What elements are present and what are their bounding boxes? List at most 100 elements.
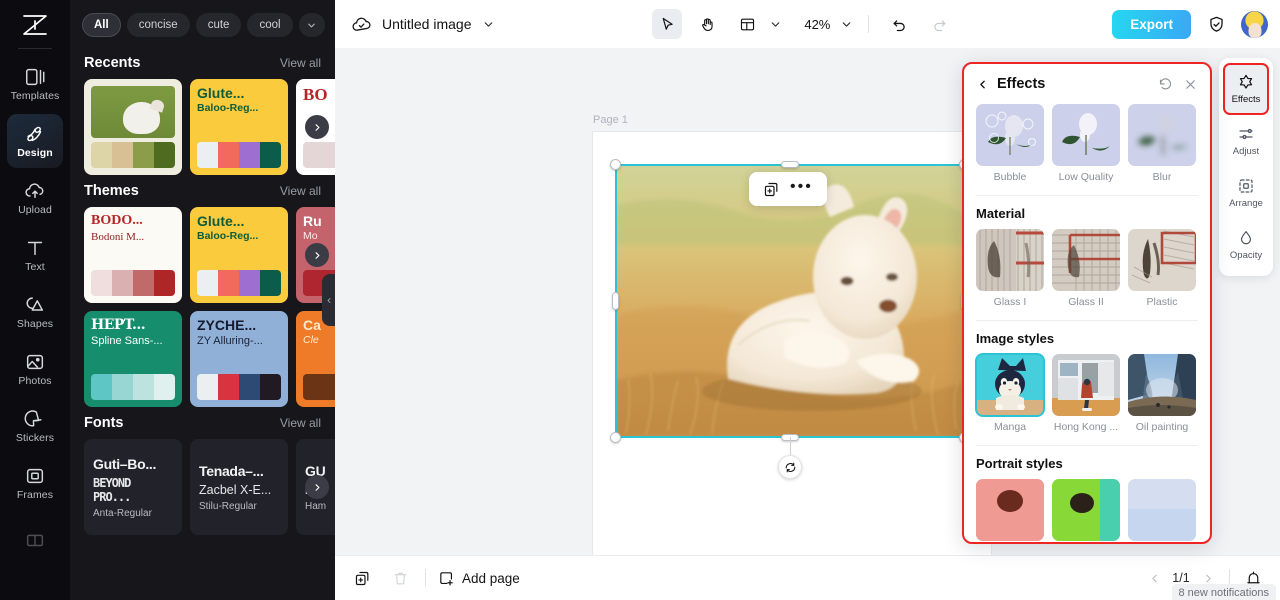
sidebar-item-label: Text xyxy=(25,261,45,274)
effect-option-glass-ii[interactable]: Glass II xyxy=(1052,229,1120,308)
sidebar-item-templates[interactable]: Templates xyxy=(7,57,63,111)
color-swatches xyxy=(91,142,175,168)
font-sample-1: Tenada–... xyxy=(199,462,264,479)
right-tool-arrange[interactable]: Arrange xyxy=(1223,167,1269,219)
effects-group-portrait-styles xyxy=(976,479,1198,542)
view-all-link[interactable]: View all xyxy=(280,56,321,70)
zoom-level[interactable]: 42% xyxy=(800,17,830,32)
effect-option-portrait-3[interactable] xyxy=(1128,479,1196,542)
template-card[interactable]: Glute... Baloo-Reg... xyxy=(190,79,288,175)
filter-chip-all[interactable]: All xyxy=(82,13,121,37)
effect-option-manga[interactable]: Manga xyxy=(975,353,1045,433)
delete-page-button[interactable] xyxy=(387,565,413,591)
sidebar-item-stickers[interactable]: Stickers xyxy=(7,399,63,453)
effect-option-low-quality[interactable]: Low Quality xyxy=(1052,104,1120,183)
carousel-next-button[interactable] xyxy=(305,475,329,499)
theme-subtitle: Baloo-Reg... xyxy=(197,229,259,242)
effects-panel-body[interactable]: Bubble Low Quality Blur Material Glass I… xyxy=(964,104,1210,542)
sidebar-item-shapes[interactable]: Shapes xyxy=(7,285,63,339)
font-card[interactable]: Guti–Bo... BEYOND PRO... Anta-Regular xyxy=(84,439,182,535)
shield-check-icon[interactable] xyxy=(1201,9,1231,39)
sidebar-item-label: Shapes xyxy=(16,318,54,331)
effect-label: Low Quality xyxy=(1058,171,1114,183)
effect-label: Hong Kong ... xyxy=(1053,421,1119,433)
theme-subtitle: Cle xyxy=(303,333,319,346)
filter-chip-cool[interactable]: cool xyxy=(247,13,293,37)
sidebar-item-design[interactable]: Design xyxy=(7,114,63,168)
chevron-down-icon[interactable] xyxy=(769,18,782,31)
section-header-fonts: Fonts View all xyxy=(70,407,335,439)
panel-collapse-handle[interactable] xyxy=(322,274,335,326)
sidebar-item-photos[interactable]: Photos xyxy=(7,342,63,396)
template-card[interactable] xyxy=(84,79,182,175)
sidebar-item-upload[interactable]: Upload xyxy=(7,171,63,225)
page-label: Page 1 xyxy=(593,114,628,126)
effect-option-portrait-2[interactable] xyxy=(1052,479,1120,542)
chevron-down-icon[interactable] xyxy=(482,18,495,31)
reset-icon[interactable] xyxy=(1158,77,1173,92)
chevron-left-icon[interactable] xyxy=(976,78,989,91)
bottom-toolbar: Add page 1/1 8 new notifications xyxy=(335,555,1280,600)
effect-option-portrait-1[interactable] xyxy=(976,479,1044,542)
fonts-row: Guti–Bo... BEYOND PRO... Anta-Regular Te… xyxy=(70,439,335,535)
view-all-link[interactable]: View all xyxy=(280,184,321,198)
carousel-next-button[interactable] xyxy=(305,243,329,267)
user-avatar[interactable] xyxy=(1241,10,1269,38)
redo-button[interactable] xyxy=(924,9,954,39)
filter-chip-concise[interactable]: concise xyxy=(126,13,190,37)
effect-thumbnail xyxy=(976,229,1044,291)
add-page-button[interactable]: Add page xyxy=(438,570,520,587)
theme-title: Ru xyxy=(303,213,322,229)
app-logo-icon[interactable] xyxy=(15,8,55,42)
effect-option-bubble[interactable]: Bubble xyxy=(976,104,1044,183)
themes-row-1: BODO... Bodoni M... Glute... Baloo-Reg..… xyxy=(70,207,335,303)
effect-option-blur[interactable]: Blur xyxy=(1128,104,1196,183)
section-title: Themes xyxy=(84,183,139,199)
theme-card[interactable]: BODO... Bodoni M... xyxy=(84,207,182,303)
sidebar-item-text[interactable]: Text xyxy=(7,228,63,282)
effect-option-plastic[interactable]: Plastic xyxy=(1128,229,1196,308)
right-tool-effects[interactable]: Effects xyxy=(1223,63,1269,115)
font-name: Stilu-Regular xyxy=(199,500,257,512)
more-horizontal-icon[interactable]: ••• xyxy=(790,179,813,195)
hand-tool-button[interactable] xyxy=(692,9,722,39)
theme-card[interactable]: Glute... Baloo-Reg... xyxy=(190,207,288,303)
prev-page-button[interactable] xyxy=(1143,567,1165,589)
resize-handle-bottom-left[interactable] xyxy=(610,432,621,443)
effect-option-oil-painting[interactable]: Oil painting xyxy=(1128,354,1196,433)
color-swatches xyxy=(303,374,335,400)
themes-row-2: HEPT... Spline Sans-... ZYCHE... ZY Allu… xyxy=(70,311,335,407)
resize-handle-left[interactable] xyxy=(612,292,619,310)
close-icon[interactable] xyxy=(1183,77,1198,92)
carousel-next-button[interactable] xyxy=(305,115,329,139)
view-all-link[interactable]: View all xyxy=(280,416,321,430)
effect-thumbnail xyxy=(976,479,1044,541)
rotate-handle[interactable] xyxy=(778,455,802,479)
chevron-down-icon[interactable] xyxy=(298,13,325,37)
export-button[interactable]: Export xyxy=(1112,9,1192,39)
right-tool-adjust[interactable]: Adjust xyxy=(1223,115,1269,167)
chevron-down-icon[interactable] xyxy=(840,18,853,31)
select-tool-button[interactable] xyxy=(652,9,683,39)
right-tool-opacity[interactable]: Opacity xyxy=(1223,219,1269,271)
section-title: Fonts xyxy=(84,415,124,431)
theme-card[interactable]: HEPT... Spline Sans-... xyxy=(84,311,182,407)
sidebar-item-more[interactable] xyxy=(7,513,63,567)
effect-option-hong-kong[interactable]: Hong Kong ... xyxy=(1052,354,1120,433)
duplicate-page-button[interactable] xyxy=(349,565,375,591)
resize-handle-top[interactable] xyxy=(781,161,799,168)
duplicate-icon[interactable] xyxy=(763,181,780,198)
undo-button[interactable] xyxy=(884,9,914,39)
font-card[interactable]: Tenada–... Zacbel X-E... Stilu-Regular xyxy=(190,439,288,535)
chip-label: cool xyxy=(259,19,281,31)
effect-thumbnail xyxy=(1052,479,1120,541)
sidebar-item-frames[interactable]: Frames xyxy=(7,456,63,510)
effect-option-glass-i[interactable]: Glass I xyxy=(976,229,1044,308)
resize-handle-top-left[interactable] xyxy=(610,159,621,170)
effect-thumbnail xyxy=(1052,354,1120,416)
cloud-saved-icon[interactable] xyxy=(351,14,372,35)
document-title[interactable]: Untitled image xyxy=(382,16,472,32)
filter-chip-cute[interactable]: cute xyxy=(195,13,242,37)
layout-tool-button[interactable] xyxy=(732,9,762,39)
theme-card[interactable]: ZYCHE... ZY Alluring-... xyxy=(190,311,288,407)
